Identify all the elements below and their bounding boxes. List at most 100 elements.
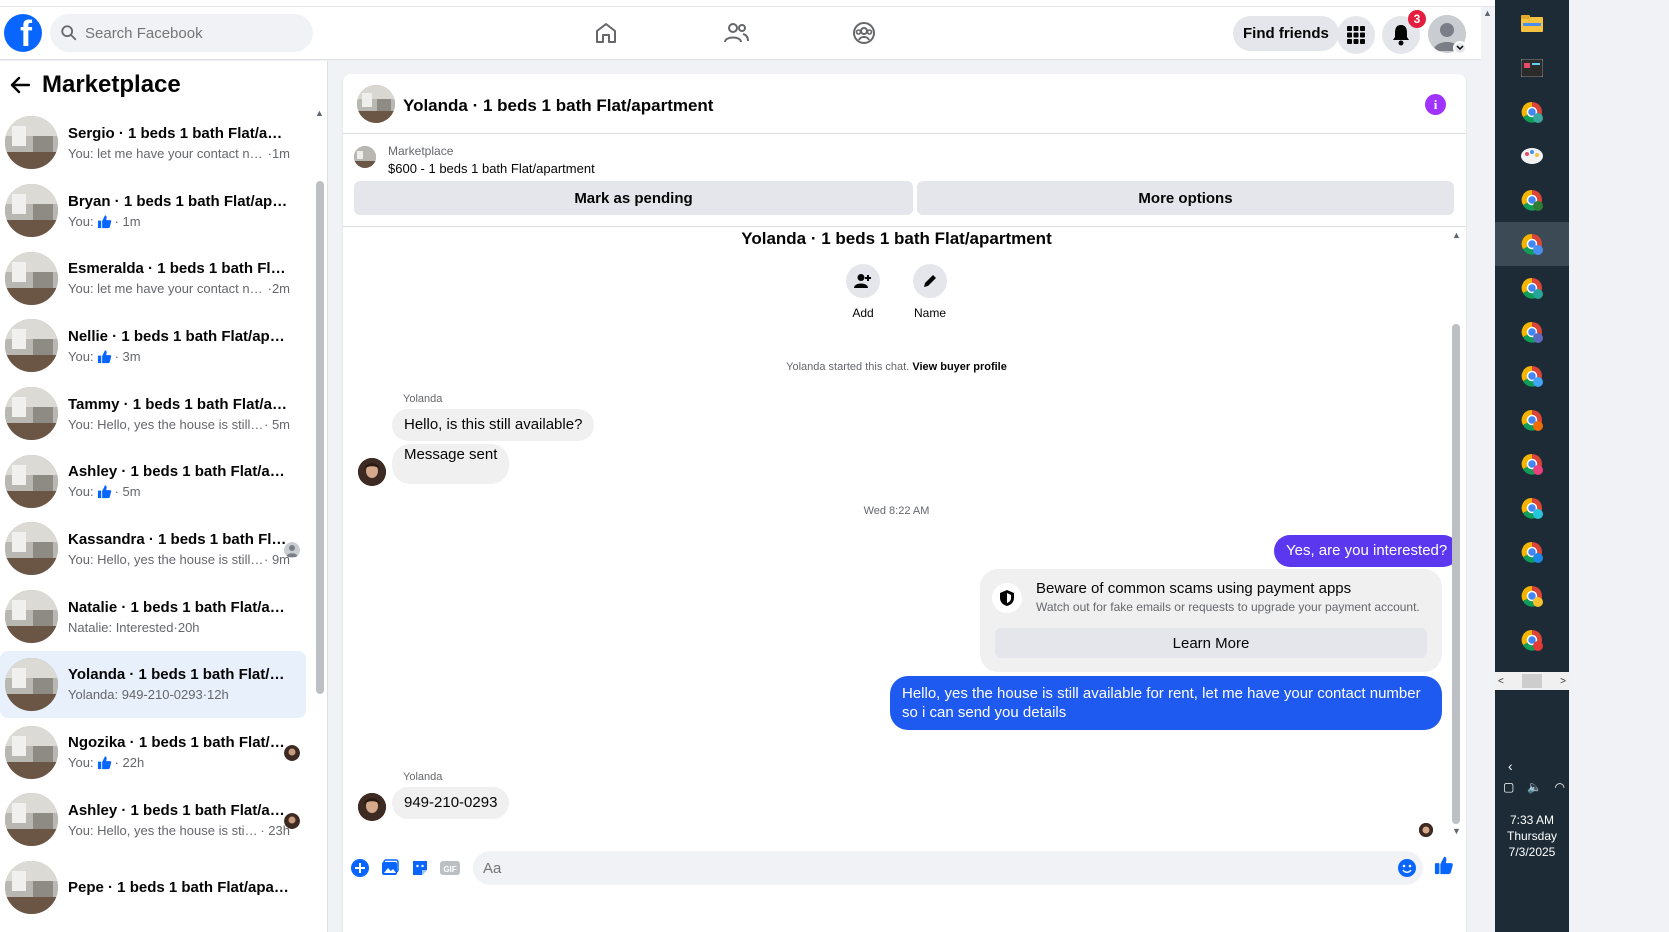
listing-thumbnail — [5, 184, 58, 238]
outgoing-message-bubble[interactable]: Hello, yes the house is still available … — [890, 676, 1442, 730]
chrome-profile-icon[interactable] — [1495, 222, 1569, 266]
browser-top-strip — [0, 0, 1495, 7]
scroll-left-arrow[interactable]: < — [1498, 676, 1504, 687]
chat-scroll-up-arrow[interactable]: ▲ — [1452, 230, 1461, 240]
scam-warning-description: Watch out for fake emails or requests to… — [1036, 600, 1420, 614]
sticker-icon[interactable] — [410, 858, 430, 878]
more-options-button[interactable]: More options — [917, 181, 1454, 215]
thumbs-up-icon[interactable] — [1434, 855, 1454, 875]
conversation-preview: You: · 22h — [68, 755, 290, 770]
tray-chevron-icon[interactable]: ‹ — [1508, 758, 1513, 774]
search-box[interactable] — [50, 14, 313, 52]
paint-app-icon[interactable] — [1495, 134, 1569, 178]
message-input[interactable] — [473, 851, 1423, 885]
listing-thumbnail — [5, 387, 58, 441]
learn-more-button[interactable]: Learn More — [995, 628, 1427, 658]
menu-grid-icon[interactable] — [1337, 16, 1375, 54]
chrome-profile-icon[interactable] — [1495, 266, 1569, 310]
conversation-item[interactable]: Kassandra · 1 beds 1 bath Flat/... You: … — [0, 515, 308, 583]
info-icon[interactable]: i — [1425, 94, 1446, 115]
conversation-snippet: You: Hello, yes the house is still ... — [68, 551, 264, 567]
incoming-message-bubble[interactable]: Hello, is this still available? — [392, 409, 595, 441]
conversation-item[interactable]: Ngozika · 1 beds 1 bath Flat/a... You: ·… — [0, 718, 308, 786]
chrome-profile-icon[interactable] — [1495, 574, 1569, 618]
account-chevron-down-icon[interactable] — [1453, 41, 1467, 55]
seen-avatar — [284, 812, 300, 829]
chrome-profile-icon[interactable] — [1495, 178, 1569, 222]
incoming-message-bubble[interactable]: 949-210-0293 — [392, 787, 510, 819]
conversation-preview: You: Hello, yes the house is still ... ·… — [68, 552, 290, 567]
sidebar-scrollbar[interactable] — [316, 181, 324, 694]
buyer-avatar[interactable] — [358, 793, 386, 821]
conversation-item[interactable]: Sergio · 1 beds 1 bath Flat/apart... You… — [0, 109, 308, 177]
meet-now-icon[interactable]: ▢ — [1503, 780, 1514, 794]
conversation-item[interactable]: Bryan · 1 beds 1 bath Flat/apart... You:… — [0, 177, 308, 245]
scroll-right-arrow[interactable]: > — [1560, 676, 1566, 687]
conversation-item[interactable]: Natalie · 1 beds 1 bath Flat/apart... Na… — [0, 583, 308, 651]
conversation-item[interactable]: Ashley · 1 beds 1 bath Flat/apart... You… — [0, 447, 308, 515]
view-buyer-profile-link[interactable]: View buyer profile — [912, 361, 1007, 373]
conversation-preview: Natalie: Interested ·20h — [68, 620, 290, 635]
listing-thumbnail[interactable] — [357, 85, 395, 123]
chat-header: Yolanda · 1 beds 1 bath Flat/apartment i — [343, 74, 1466, 134]
sidebar-scroll-up-arrow[interactable]: ▲ — [315, 108, 324, 118]
wifi-icon[interactable]: ◠ — [1555, 780, 1565, 794]
facebook-logo-icon[interactable]: f — [4, 14, 42, 52]
chrome-profile-icon[interactable] — [1495, 618, 1569, 662]
conversation-snippet: You: — [68, 348, 94, 364]
conversation-item[interactable]: Pepe · 1 beds 1 bath Flat/apart... — [0, 854, 308, 922]
clock-day: Thursday — [1506, 829, 1558, 843]
outgoing-message-bubble[interactable]: Yes, are you interested? — [1274, 535, 1460, 567]
conversation-item[interactable]: Ashley · 1 beds 1 bath Flat/apa... You: … — [0, 786, 308, 854]
conversation-snippet: Natalie: Interested — [68, 619, 174, 635]
conversation-item[interactable]: Esmeralda · 1 beds 1 bath Flat/a... You:… — [0, 244, 308, 312]
photo-icon[interactable] — [380, 858, 400, 878]
app-window-icon[interactable] — [1495, 46, 1569, 90]
chrome-profile-icon[interactable] — [1495, 354, 1569, 398]
buyer-avatar[interactable] — [358, 458, 386, 486]
taskbar-scrollbar[interactable]: < > — [1495, 672, 1569, 690]
emoji-icon[interactable] — [1397, 858, 1417, 878]
volume-muted-icon[interactable]: 🔈 — [1527, 780, 1542, 794]
incoming-message-bubble[interactable]: Message sent — [392, 444, 510, 484]
taskbar-clock[interactable]: 7:33 AM Thursday 7/3/2025 — [1495, 812, 1569, 860]
chat-scrollbar[interactable] — [1452, 324, 1460, 824]
plus-circle-icon[interactable] — [350, 858, 370, 878]
chrome-profile-icon[interactable] — [1495, 398, 1569, 442]
groups-icon[interactable] — [849, 18, 879, 48]
conversation-item[interactable]: Yolanda · 1 beds 1 bath Flat/apar... Yol… — [0, 650, 306, 719]
taskbar-scroll-thumb[interactable] — [1522, 674, 1542, 688]
conversation-title: Ashley · 1 beds 1 bath Flat/apa... — [68, 801, 290, 819]
listing-thumbnail — [5, 116, 58, 170]
conversation-title: Ngozika · 1 beds 1 bath Flat/a... — [68, 734, 290, 752]
listing-price[interactable]: $600 - 1 beds 1 bath Flat/apartment — [388, 161, 595, 176]
conversation-snippet: You: — [68, 213, 94, 229]
search-input[interactable] — [85, 24, 285, 42]
file-explorer-icon[interactable] — [1495, 2, 1569, 46]
home-icon[interactable] — [591, 18, 621, 48]
conversation-title: Ashley · 1 beds 1 bath Flat/apart... — [68, 463, 290, 481]
seen-avatar — [284, 745, 300, 762]
friends-icon[interactable] — [721, 18, 751, 48]
conversation-time: · 5m — [264, 416, 290, 432]
chrome-profile-icon[interactable] — [1495, 486, 1569, 530]
chrome-profile-icon[interactable] — [1495, 90, 1569, 134]
page-scroll-up-arrow[interactable]: ▲ — [1483, 8, 1492, 18]
mark-as-pending-button[interactable]: Mark as pending — [354, 181, 913, 215]
scam-warning-title: Beware of common scams using payment app… — [1036, 580, 1352, 597]
gif-icon[interactable]: GIF — [440, 858, 460, 878]
chrome-profile-icon[interactable] — [1495, 530, 1569, 574]
rename-action[interactable]: Name — [900, 264, 960, 320]
chat-scroll-down-arrow[interactable]: ▼ — [1452, 826, 1461, 836]
message-thread: Yolanda · 1 beds 1 bath Flat/apartment A… — [343, 228, 1466, 848]
chat-title: Yolanda · 1 beds 1 bath Flat/apartment — [403, 96, 714, 115]
conversation-item[interactable]: Tammy · 1 beds 1 bath Flat/apart... You:… — [0, 380, 308, 448]
conversation-title: Pepe · 1 beds 1 bath Flat/apart... — [68, 878, 290, 896]
find-friends-button[interactable]: Find friends — [1233, 16, 1339, 51]
conversation-snippet: You: let me have your contact num... — [68, 145, 268, 161]
add-people-action[interactable]: Add — [833, 264, 893, 320]
chrome-profile-icon[interactable] — [1495, 310, 1569, 354]
back-arrow-icon[interactable] — [8, 73, 32, 97]
chrome-profile-icon[interactable] — [1495, 442, 1569, 486]
conversation-item[interactable]: Nellie · 1 beds 1 bath Flat/apart... You… — [0, 312, 308, 380]
